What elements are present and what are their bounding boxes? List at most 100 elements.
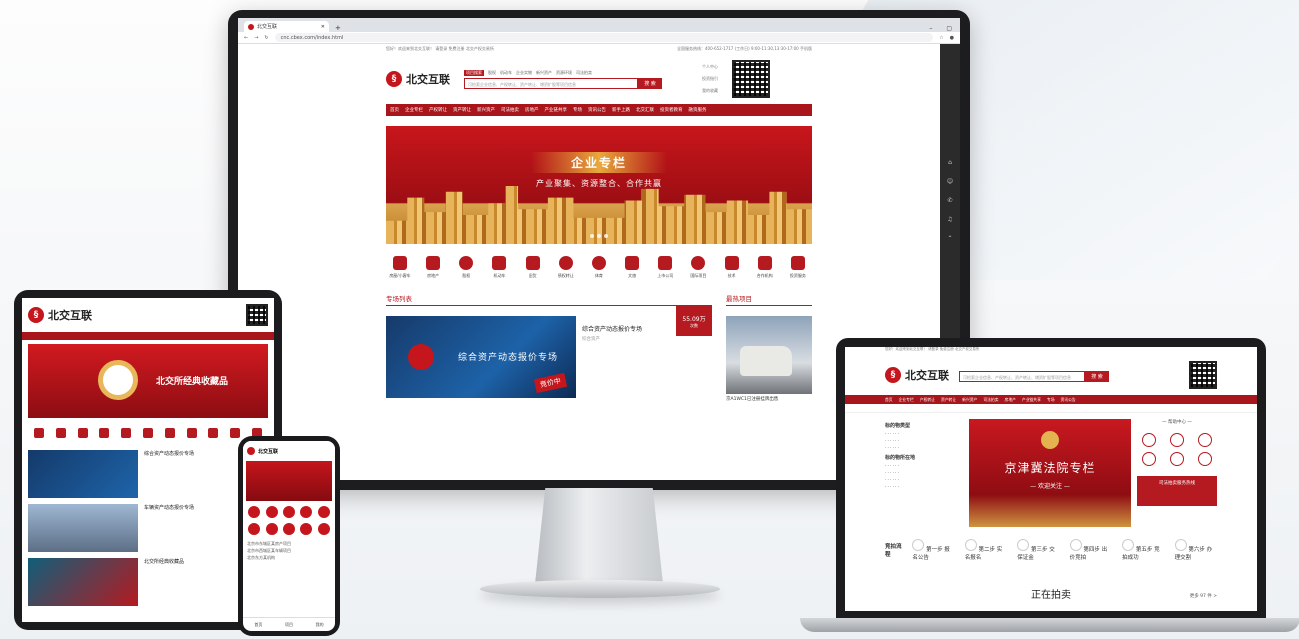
nav-item[interactable]: 产权转让 — [429, 107, 447, 113]
hot-caption[interactable]: 京A1WC1已注册挂牌出售 — [726, 396, 812, 402]
nav-item[interactable]: 北交汇联 — [636, 107, 654, 113]
help-icon[interactable] — [1141, 452, 1156, 466]
user-center-link[interactable]: 个人中心 — [702, 64, 718, 70]
nav-item[interactable]: 企业专栏 — [405, 107, 423, 113]
category-label: 债权转让 — [557, 273, 574, 278]
phone-banner[interactable] — [246, 461, 332, 501]
nav-item[interactable]: 资产转让 — [453, 107, 471, 113]
nav-item[interactable]: 房地产 — [1005, 397, 1016, 403]
forward-icon[interactable]: → — [254, 35, 258, 41]
nav-item[interactable]: 资讯公告 — [588, 107, 606, 113]
tab-home[interactable]: 首页 — [254, 622, 262, 628]
help-icon[interactable] — [1141, 433, 1156, 447]
browser-tab[interactable]: 北交互联 ✕ — [244, 21, 329, 32]
search-tab[interactable]: 项目搜索 — [464, 69, 484, 76]
question-icon[interactable] — [1198, 452, 1213, 466]
nav-item[interactable]: 首页 — [390, 107, 399, 113]
nav-item[interactable]: 首页 — [885, 397, 893, 403]
tablet-card[interactable]: 综合资产动态报价专场 — [28, 450, 268, 498]
tab-mine[interactable]: 我的 — [316, 622, 324, 628]
category-item[interactable]: 文旅 — [618, 256, 646, 279]
service-icon[interactable]: ✆ — [947, 197, 952, 204]
reload-icon[interactable]: ↻ — [264, 35, 268, 41]
category-item[interactable]: 房屋/小客车 — [386, 256, 414, 279]
invest-guide-link[interactable]: 投资指引 — [702, 76, 718, 82]
tablet-card[interactable]: 北交所经典收藏品 — [28, 558, 268, 606]
list-item[interactable]: 北京市东城区某房产项目 — [247, 540, 331, 547]
category-item[interactable]: 上市公司 — [651, 256, 679, 279]
nav-item[interactable]: 司法拍卖 — [983, 397, 998, 403]
phone-list: 北京市东城区某房产项目 北京市西城区某车辆项目 北京东方某机构 — [243, 540, 335, 561]
nav-item[interactable]: 新手上路 — [612, 107, 630, 113]
nav-item[interactable]: 专场 — [573, 107, 582, 113]
category-item[interactable]: 体育 — [585, 256, 613, 279]
laptop-search: 可检索企业信息、产权转让、资产转让、增资扩股等项目信息 搜 索 — [959, 369, 1109, 382]
list-item[interactable]: 北京市西城区某车辆项目 — [247, 547, 331, 554]
top-icon[interactable]: ⌃ — [947, 235, 952, 242]
nav-item[interactable]: 产业链共享 — [545, 107, 568, 113]
hero-banner[interactable]: 企业专栏 产业聚集、资源整合、合作共赢 — [386, 126, 812, 244]
search-tab[interactable]: 机动车 — [500, 70, 512, 76]
more-link[interactable]: 更多 97 件 > — [1190, 593, 1217, 599]
category-item[interactable]: 机动车 — [485, 256, 513, 279]
phone-title: 北交互联 — [258, 448, 279, 455]
nav-item[interactable]: 资产转让 — [941, 397, 956, 403]
back-icon[interactable]: ← — [244, 35, 248, 41]
nav-item[interactable]: 司法拍卖 — [501, 107, 519, 113]
new-tab-icon[interactable]: + — [335, 24, 341, 32]
user-icon[interactable]: ☺ — [947, 178, 953, 185]
help-icon[interactable] — [1198, 433, 1213, 447]
category-item[interactable]: 合作机构 — [751, 256, 779, 279]
home-icon[interactable]: ⌂ — [948, 159, 952, 166]
tablet-card[interactable]: 车辆资产动态报价专场 — [28, 504, 268, 552]
search-tab[interactable]: 司法拍卖 — [576, 70, 592, 76]
special-card[interactable]: 综合资产动态报价专场 竞价中 综合资产动态报价专场 综合资产 55.09万 次数 — [386, 306, 712, 398]
search-tab[interactable]: 股权 — [488, 70, 496, 76]
search-button[interactable]: 搜 索 — [1085, 370, 1109, 382]
favorites-link[interactable]: 我的收藏 — [702, 88, 718, 94]
list-item[interactable]: 北京东方某机构 — [247, 554, 331, 561]
nav-item[interactable]: 企业专栏 — [899, 397, 914, 403]
help-icon[interactable] — [1169, 433, 1184, 447]
help-icon[interactable] — [1169, 452, 1184, 466]
search-input[interactable]: 可检索企业信息、产权转让、资产转让、增资扩股等项目信息 — [464, 77, 638, 89]
search-tab[interactable]: 资源环境 — [556, 70, 572, 76]
nav-item[interactable]: 新兴资产 — [477, 107, 495, 113]
category-item[interactable]: 房地产 — [419, 256, 447, 279]
nav-item[interactable]: 专场 — [1047, 397, 1055, 403]
search-tab[interactable]: 企业实物 — [516, 70, 532, 76]
nav-item[interactable]: 投资者教育 — [660, 107, 683, 113]
filter-panel: 标的物类型 · · · · · · · · · · · · · · · · · · … — [885, 419, 963, 527]
category-item[interactable]: 股权 — [452, 256, 480, 279]
nav-item[interactable]: 产权转让 — [920, 397, 935, 403]
carousel-dots[interactable] — [590, 234, 608, 238]
url-field[interactable]: cnc.cbex.com/index.html — [274, 33, 934, 42]
maximize-icon[interactable]: ▢ — [946, 25, 952, 32]
category-item[interactable]: 国际项目 — [684, 256, 712, 279]
tablet-banner[interactable]: 北交所经典收藏品 — [28, 344, 268, 418]
category-item[interactable]: 旧货 — [519, 256, 547, 279]
court-banner[interactable]: 京津冀法院专栏 — 欢迎关注 — — [969, 419, 1131, 527]
site-logo[interactable]: § 北交互联 — [386, 71, 450, 87]
tablet-logo[interactable]: § 北交互联 — [28, 307, 92, 323]
star-icon[interactable]: ☆ — [939, 35, 943, 41]
search-tab[interactable]: 新兴资产 — [536, 70, 552, 76]
headset-icon[interactable]: ♫ — [947, 216, 952, 223]
search-input[interactable]: 可检索企业信息、产权转让、资产转让、增资扩股等项目信息 — [959, 370, 1085, 382]
minimize-icon[interactable]: – — [929, 25, 932, 32]
nav-item[interactable]: 产业链共享 — [1022, 397, 1041, 403]
nav-item[interactable]: 资讯公告 — [1061, 397, 1076, 403]
tab-projects[interactable]: 项目 — [285, 622, 293, 628]
profile-icon[interactable]: ● — [950, 35, 954, 41]
close-tab-icon[interactable]: ✕ — [321, 24, 325, 30]
category-item[interactable]: 投资服务 — [784, 256, 812, 279]
hot-item-image[interactable] — [726, 316, 812, 394]
nav-item[interactable]: 融资服务 — [689, 107, 707, 113]
nav-item[interactable]: 新兴资产 — [962, 397, 977, 403]
nav-item[interactable]: 房地产 — [525, 107, 539, 113]
laptop-logo[interactable]: § 北交互联 — [885, 367, 949, 383]
category-item[interactable]: 技术 — [718, 256, 746, 279]
search-button[interactable]: 搜 索 — [638, 77, 662, 89]
category-item[interactable]: 债权转让 — [552, 256, 580, 279]
monitor-stand — [535, 488, 663, 584]
